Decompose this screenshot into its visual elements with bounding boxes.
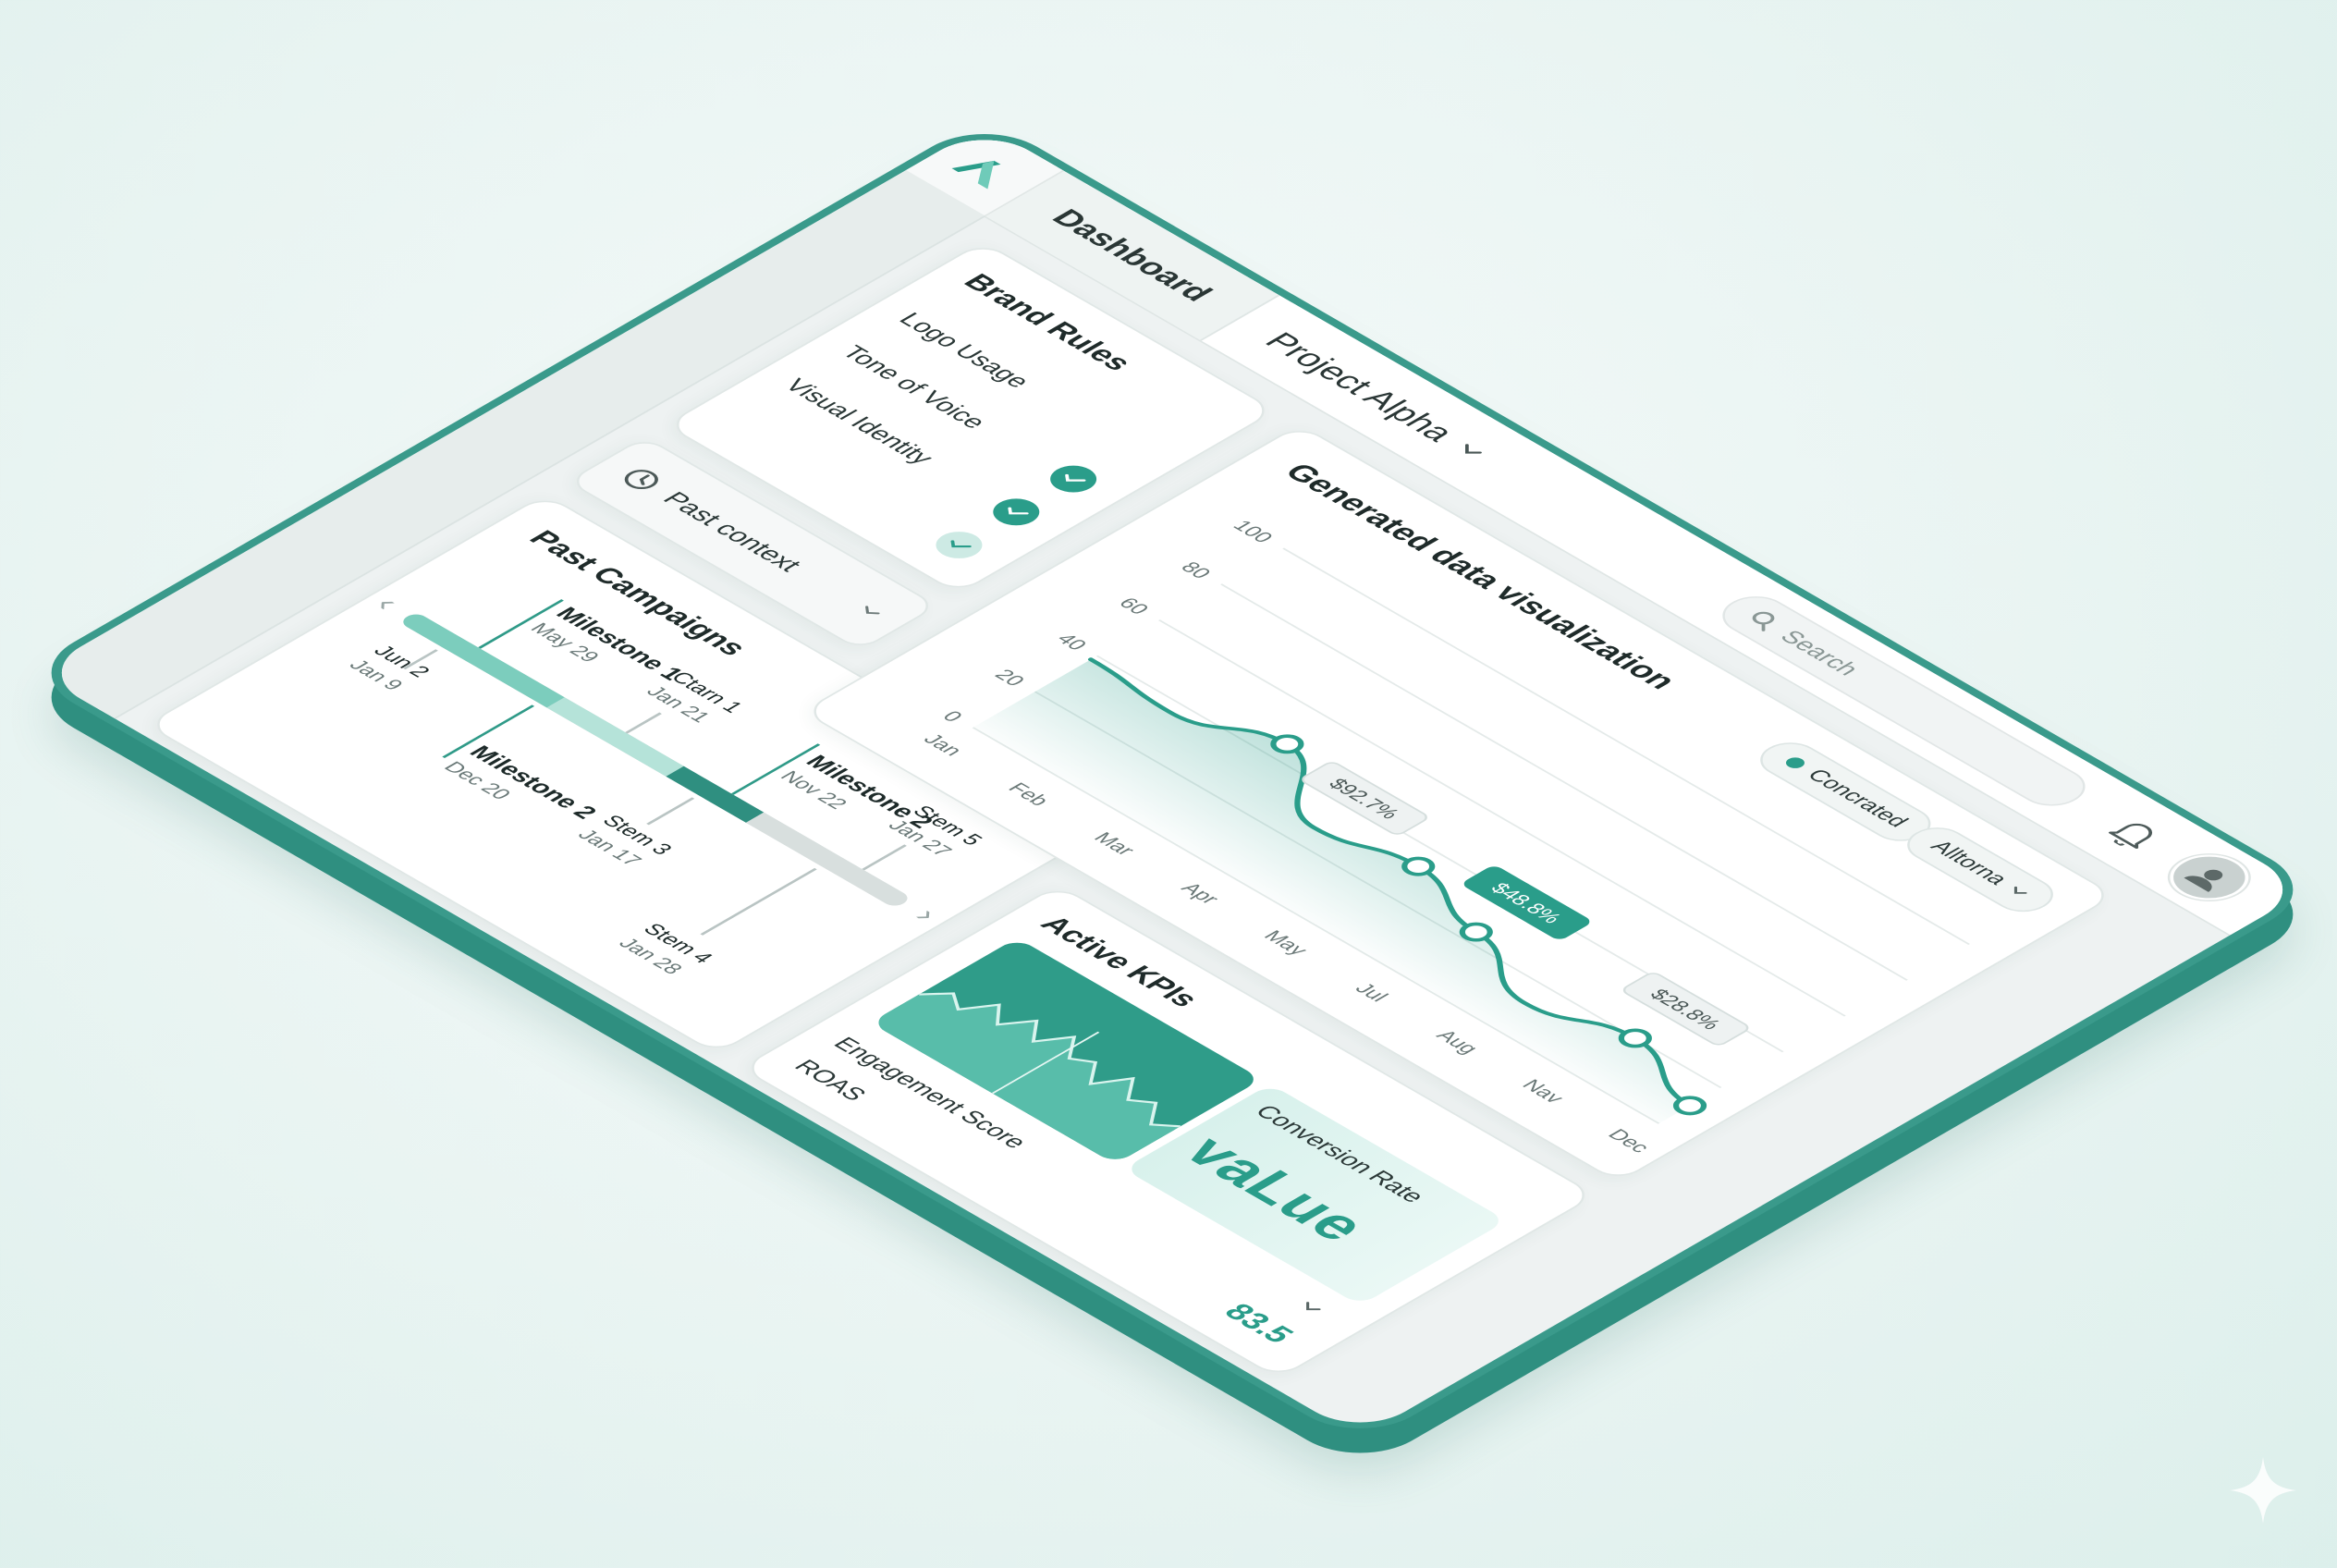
history-icon [624,470,658,490]
step-1[interactable]: Jun 2 Jan 9 [343,642,435,695]
chevron-down-icon [1464,444,1482,454]
step-3[interactable]: Stem 3 Jan 17 [572,812,679,873]
partial-check-icon[interactable] [926,526,992,564]
notifications-button[interactable] [2082,803,2186,864]
y-tick-label: 20 [990,667,1030,690]
logo-icon [951,160,1001,190]
x-tick-label: Nav [1517,1076,1570,1107]
timeline-segment [546,697,685,778]
x-tick-label: May [1259,927,1314,959]
x-tick-label: Dec [1603,1126,1655,1156]
x-tick-label: Jul [1351,980,1393,1005]
milestone-2a[interactable]: Milestone 2 Dec 20 [438,741,604,837]
user-icon [2184,869,2223,892]
user-avatar[interactable] [2153,845,2265,910]
chevron-down-icon [865,606,880,615]
step-tick [625,712,662,734]
x-tick-label: Apr [1176,879,1224,907]
x-tick-label: Jan [919,730,968,759]
y-tick-label: 80 [1176,558,1216,582]
y-tick-label: 100 [1228,517,1278,545]
kpi-roas-value: 83.5 [1216,1298,1302,1349]
timeline-segment [666,766,764,823]
check-icon[interactable] [1040,459,1107,498]
chevron-left-icon[interactable]: ‹ [366,592,408,616]
check-icon[interactable] [983,493,1049,532]
y-tick-label: 60 [1114,594,1154,618]
step-tick [700,867,817,936]
chevron-down-icon[interactable] [1296,1300,1324,1316]
x-tick-label: Feb [1003,779,1054,809]
project-selector-label: Project Alpha [1256,326,1464,447]
x-tick-label: Aug [1431,1027,1483,1057]
search-icon [1752,611,1775,631]
bell-icon [2109,823,2153,849]
step-tick [862,844,907,871]
y-tick-label: 0 [937,708,967,726]
stage: Dashboard Project Alpha Search Brand Rul… [0,0,2337,1568]
chevron-right-icon[interactable]: › [906,903,948,927]
step-tick [646,797,695,826]
step-4[interactable]: Stem 4 Jan 28 [613,920,719,981]
search-placeholder: Search [1774,625,1866,680]
y-tick-label: 40 [1052,631,1092,654]
x-tick-label: Mar [1089,829,1141,859]
sparkle-icon [2230,1457,2296,1524]
device-screen: Dashboard Project Alpha Search Brand Rul… [20,116,2324,1447]
